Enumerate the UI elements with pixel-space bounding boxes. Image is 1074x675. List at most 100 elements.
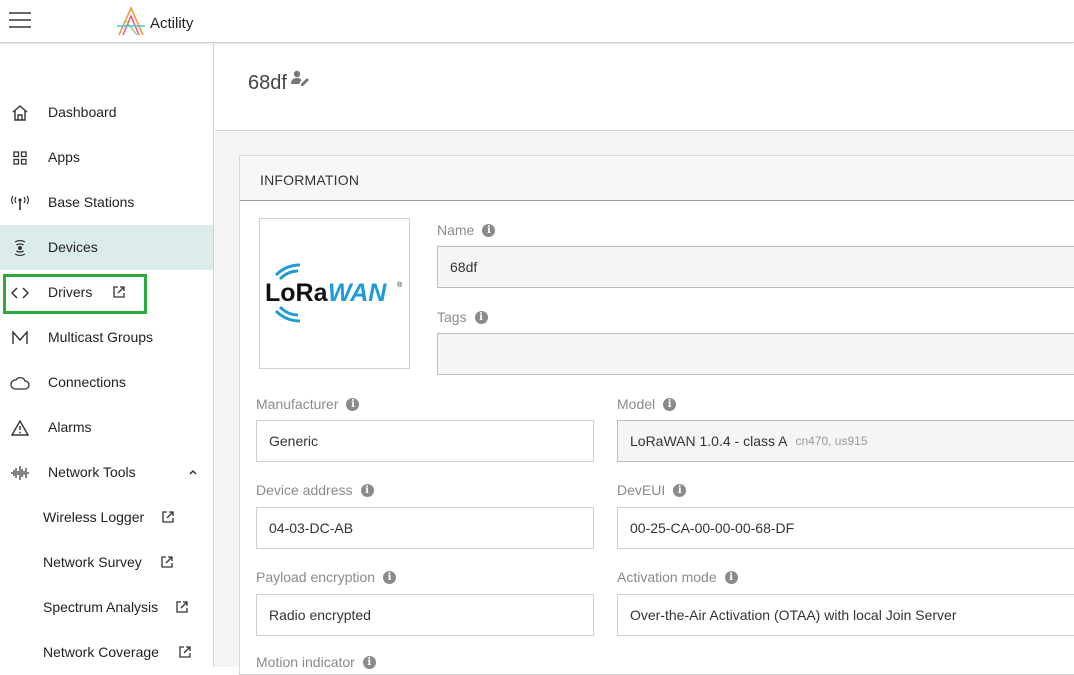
external-link-icon <box>162 511 174 523</box>
information-card: INFORMATION LoRa WAN ® Name i 68df Tags i … <box>239 155 1074 675</box>
actility-logo-icon <box>117 6 145 36</box>
info-icon[interactable]: i <box>482 223 496 237</box>
manufacturer-value: Generic <box>269 433 319 449</box>
payload-encryption-value: Radio encrypted <box>269 607 371 623</box>
sidebar-item-label: Network Survey <box>43 554 142 570</box>
cloud-icon <box>10 373 30 393</box>
motion-indicator-label-text: Motion indicator <box>256 654 355 670</box>
svg-text:LoRa: LoRa <box>265 279 329 307</box>
payload-encryption-field[interactable]: Radio encrypted <box>256 594 594 636</box>
model-label-text: Model <box>617 396 656 412</box>
sidebar-item-label: Network Tools <box>48 464 136 480</box>
brand-logo[interactable]: Actility <box>115 6 193 36</box>
sidebar-item-label: Spectrum Analysis <box>43 599 159 615</box>
waveform-icon <box>10 463 30 483</box>
info-icon[interactable]: i <box>360 483 374 497</box>
device-address-value: 04-03-DC-AB <box>269 520 354 536</box>
model-value: LoRaWAN 1.0.4 - class A <box>630 433 788 449</box>
sidebar-item-label: Base Stations <box>48 194 135 210</box>
sidebar-item-label: Network Coverage <box>43 644 159 660</box>
tags-label: Tags i <box>437 309 488 325</box>
sidebar-item-spectrum-analysis[interactable]: Spectrum Analysis <box>0 585 213 630</box>
manufacturer-field[interactable]: Generic <box>256 420 594 462</box>
info-icon[interactable]: i <box>383 570 397 584</box>
name-label-text: Name <box>437 222 475 238</box>
deveui-field[interactable]: 00-25-CA-00-00-00-68-DF <box>617 507 1074 549</box>
user-edit-icon[interactable] <box>290 69 310 87</box>
device-address-label: Device address i <box>256 482 374 498</box>
deveui-value: 00-25-CA-00-00-00-68-DF <box>630 520 795 536</box>
sidebar-item-wireless-logger[interactable]: Wireless Logger <box>0 495 213 540</box>
activation-mode-label-text: Activation mode <box>617 569 717 585</box>
activation-mode-field[interactable]: Over-the-Air Activation (OTAA) with loca… <box>617 594 1074 636</box>
device-address-label-text: Device address <box>256 482 353 498</box>
multicast-icon <box>10 328 30 348</box>
model-hint: cn470, us915 <box>795 434 868 448</box>
chevron-up-icon[interactable] <box>188 468 198 476</box>
info-icon[interactable]: i <box>724 570 738 584</box>
sidebar-item-dashboard[interactable]: Dashboard <box>0 90 213 135</box>
page-header: 68df <box>215 44 1074 131</box>
model-label: Model i <box>617 396 677 412</box>
svg-text:WAN: WAN <box>328 279 387 307</box>
brand-name: Actility <box>150 14 194 32</box>
sidebar-item-label: Devices <box>48 239 98 255</box>
sidebar-item-network-coverage[interactable]: Network Coverage <box>0 630 213 675</box>
top-bar: Actility <box>0 0 1074 43</box>
sidebar-item-label: Connections <box>48 374 126 390</box>
tags-label-text: Tags <box>437 309 467 325</box>
sidebar-item-multicast-groups[interactable]: Multicast Groups <box>0 315 213 360</box>
manufacturer-label-text: Manufacturer <box>256 396 339 412</box>
external-link-icon <box>176 601 188 613</box>
manufacturer-label: Manufacturer i <box>256 396 360 412</box>
model-field[interactable]: LoRaWAN 1.0.4 - class A cn470, us915 <box>617 420 1074 462</box>
sidebar-item-apps[interactable]: Apps <box>0 135 213 180</box>
sidebar-item-label: Dashboard <box>48 104 117 120</box>
info-icon[interactable]: i <box>474 310 488 324</box>
deveui-label: DevEUI i <box>617 482 687 498</box>
sidebar: Dashboard Apps Base Stations Devices Dri… <box>0 44 214 667</box>
information-heading: INFORMATION <box>260 172 360 188</box>
information-header[interactable]: INFORMATION <box>240 156 1074 201</box>
activation-mode-value: Over-the-Air Activation (OTAA) with loca… <box>630 607 957 623</box>
sidebar-item-network-survey[interactable]: Network Survey <box>0 540 213 585</box>
motion-indicator-label: Motion indicator i <box>256 654 376 670</box>
device-image: LoRa WAN ® <box>259 218 410 369</box>
info-icon[interactable]: i <box>346 397 360 411</box>
sidebar-item-label: Wireless Logger <box>43 509 145 525</box>
sidebar-item-drivers[interactable]: Drivers <box>0 270 213 315</box>
payload-encryption-label: Payload encryption i <box>256 569 397 585</box>
antenna-icon <box>10 193 30 213</box>
lorawan-logo: LoRa WAN ® <box>265 263 403 323</box>
apps-grid-icon <box>10 148 30 168</box>
device-icon <box>10 238 30 258</box>
name-field[interactable]: 68df <box>437 246 1074 288</box>
sidebar-item-label: Apps <box>48 149 80 165</box>
sidebar-item-base-stations[interactable]: Base Stations <box>0 180 213 225</box>
activation-mode-label: Activation mode i <box>617 569 738 585</box>
page-title: 68df <box>248 72 287 94</box>
warning-icon <box>10 418 30 438</box>
sidebar-item-label: Alarms <box>48 419 92 435</box>
home-icon <box>10 103 30 123</box>
tags-field[interactable] <box>437 333 1074 375</box>
sidebar-item-network-tools[interactable]: Network Tools <box>0 450 213 495</box>
name-label: Name i <box>437 222 496 238</box>
svg-text:®: ® <box>397 281 403 289</box>
sidebar-item-alarms[interactable]: Alarms <box>0 405 213 450</box>
info-icon[interactable]: i <box>663 397 677 411</box>
external-link-icon <box>161 556 173 568</box>
payload-encryption-label-text: Payload encryption <box>256 569 376 585</box>
code-icon <box>10 283 30 303</box>
name-value: 68df <box>450 259 478 275</box>
sidebar-item-label: Drivers <box>48 284 93 300</box>
sidebar-item-devices[interactable]: Devices <box>0 225 213 270</box>
hamburger-icon[interactable] <box>9 12 31 30</box>
device-address-field[interactable]: 04-03-DC-AB <box>256 507 594 549</box>
sidebar-item-label: Multicast Groups <box>48 329 154 345</box>
info-icon[interactable]: i <box>673 483 687 497</box>
sidebar-item-connections[interactable]: Connections <box>0 360 213 405</box>
deveui-label-text: DevEUI <box>617 482 666 498</box>
external-link-icon <box>113 286 125 298</box>
main-content: 68df INFORMATION LoRa WAN ® Namei 68df <box>215 44 1074 675</box>
